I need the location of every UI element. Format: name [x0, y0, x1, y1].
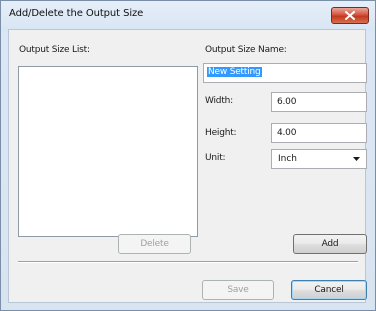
height-label: Height: [205, 128, 237, 138]
delete-button[interactable]: Delete [118, 234, 191, 254]
dialog-content: Output Size List: Output Size Name: New … [8, 29, 367, 303]
unit-select[interactable]: Inch [271, 149, 367, 169]
unit-value: Inch [278, 154, 298, 164]
close-icon [345, 11, 355, 20]
title-bar[interactable]: Add/Delete the Output Size [1, 1, 375, 31]
separator [18, 261, 358, 263]
cancel-button[interactable]: Cancel [291, 280, 367, 300]
output-size-listbox[interactable] [18, 66, 198, 237]
height-value: 4.00 [277, 128, 297, 138]
add-button[interactable]: Add [293, 234, 367, 254]
close-button[interactable] [331, 7, 369, 24]
width-value: 6.00 [277, 97, 297, 107]
chevron-down-icon [353, 157, 360, 161]
width-field[interactable]: 6.00 [271, 92, 367, 112]
width-label: Width: [205, 96, 233, 106]
save-button[interactable]: Save [202, 280, 274, 300]
output-size-name-field[interactable]: New Setting [203, 63, 367, 83]
dialog-title: Add/Delete the Output Size [9, 8, 144, 19]
height-field[interactable]: 4.00 [271, 123, 367, 143]
output-size-name-label: Output Size Name: [205, 45, 287, 55]
output-size-list-label: Output Size List: [19, 45, 90, 55]
unit-label: Unit: [205, 153, 226, 163]
output-size-name-value: New Setting [207, 67, 262, 77]
